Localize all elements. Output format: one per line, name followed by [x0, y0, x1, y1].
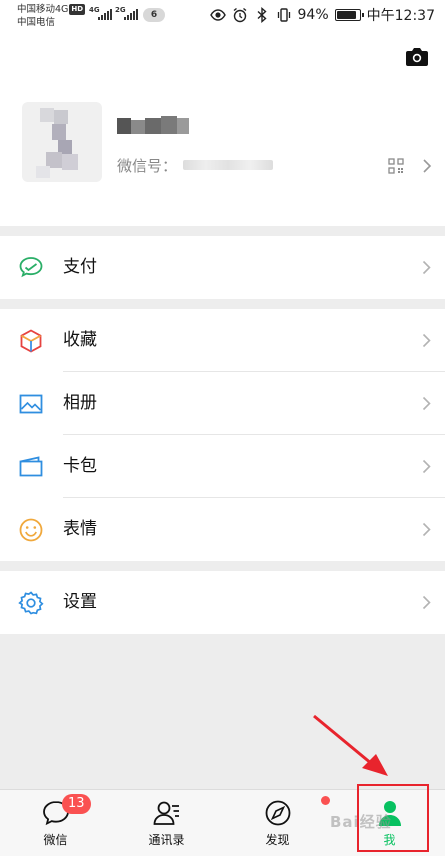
settings-icon	[18, 591, 44, 615]
annotation-arrow	[313, 714, 388, 776]
menu-item-favorites[interactable]: 收藏	[0, 309, 445, 372]
menu-group-pay: 支付	[0, 236, 445, 299]
nickname-blurred	[117, 114, 192, 138]
chevron-right-icon	[422, 522, 431, 537]
wechat-id-label: 微信号：	[117, 156, 178, 175]
annotation-highlight-box	[357, 784, 429, 852]
menu-item-stickers-label: 表情	[63, 519, 97, 539]
signal-bars-2-icon	[124, 8, 138, 20]
profile-header[interactable]: 微信号：	[0, 34, 445, 226]
camera-icon[interactable]	[404, 46, 430, 68]
favorites-icon	[20, 329, 42, 353]
chevron-right-icon	[422, 260, 431, 275]
tab-contacts[interactable]: 通讯录	[111, 790, 222, 856]
discover-new-dot	[321, 796, 330, 805]
battery-fill	[336, 11, 357, 19]
pay-icon	[19, 257, 43, 278]
battery-percent: 94%	[297, 7, 329, 23]
battery-icon	[334, 9, 364, 21]
menu-item-album-label: 相册	[63, 393, 97, 413]
menu-item-settings-label: 设置	[63, 592, 97, 612]
menu-item-album[interactable]: 相册	[0, 372, 445, 435]
menu-group-settings: 设置	[0, 571, 445, 634]
menu-item-pay[interactable]: 支付	[0, 236, 445, 299]
album-icon	[19, 394, 43, 414]
profile-chevron-right-icon	[423, 159, 432, 173]
tab-contacts-label: 通讯录	[148, 833, 185, 847]
card-wallet-icon	[19, 456, 43, 477]
eye-comfort-icon	[209, 9, 226, 21]
unread-count-badge: 13	[62, 794, 91, 814]
menu-item-card-wallet[interactable]: 卡包	[0, 435, 445, 498]
avatar[interactable]	[22, 102, 102, 182]
menu-item-card-wallet-label: 卡包	[63, 456, 97, 476]
chevron-right-icon	[422, 333, 431, 348]
wechat-id-blurred	[183, 160, 274, 170]
vibrate-icon	[277, 8, 290, 22]
carrier-primary-label: 中国移动4G	[17, 4, 69, 15]
carrier-secondary: 中国电信	[17, 17, 56, 28]
chevron-right-icon	[422, 396, 431, 411]
menu-group-collections: 收藏 相册 卡包 表情	[0, 309, 445, 561]
hd-badge: HD	[69, 4, 86, 15]
tab-chats[interactable]: 13 微信	[0, 790, 111, 856]
signal-bars-1-icon	[98, 8, 112, 20]
wechat-id-row[interactable]: 微信号：	[117, 154, 274, 176]
bluetooth-icon	[257, 7, 267, 23]
qr-code-icon[interactable]	[388, 158, 404, 174]
tab-chats-label: 微信	[43, 833, 68, 847]
alarm-icon	[233, 7, 246, 23]
menu-item-stickers[interactable]: 表情	[0, 498, 445, 561]
contacts-icon	[153, 801, 179, 825]
status-bar: 中国移动4G HD 中国电信 4G 2G 6 94% 中午12:37	[0, 0, 445, 34]
tab-discover[interactable]: 发现	[222, 790, 333, 856]
notification-count-badge: 6	[143, 8, 165, 22]
menu-item-favorites-label: 收藏	[63, 330, 97, 350]
menu-item-pay-label: 支付	[63, 257, 97, 277]
carrier-primary: 中国移动4G HD	[17, 4, 86, 15]
status-right: 94% 中午12:37	[209, 6, 435, 24]
tab-discover-label: 发现	[265, 833, 290, 847]
chevron-right-icon	[422, 595, 431, 610]
compass-icon	[265, 800, 290, 826]
clock: 中午12:37	[366, 8, 435, 24]
menu-item-settings[interactable]: 设置	[0, 571, 445, 634]
sticker-icon	[19, 518, 43, 542]
chevron-right-icon	[422, 459, 431, 474]
